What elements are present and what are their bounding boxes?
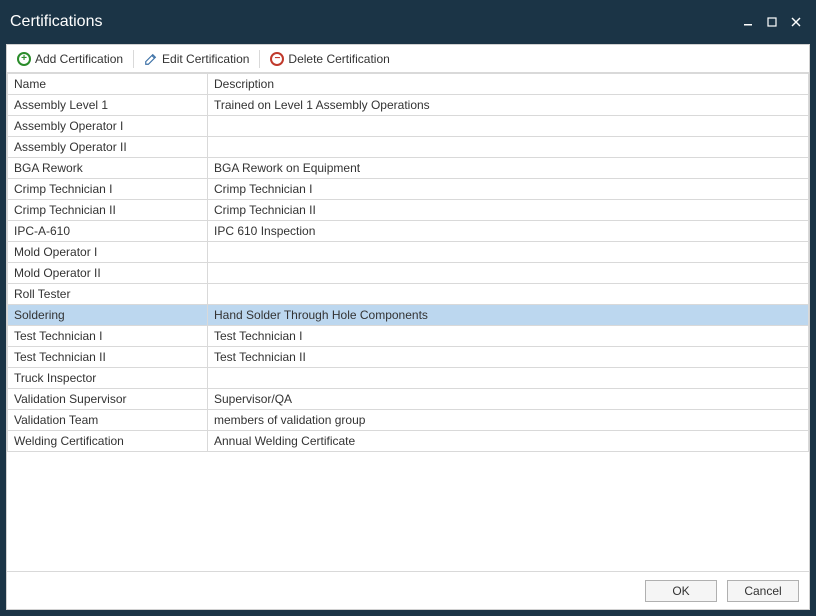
cell-description: [208, 242, 809, 263]
content-area: + Add Certification Edit Certification −…: [6, 44, 810, 610]
cell-description: BGA Rework on Equipment: [208, 158, 809, 179]
minimize-button[interactable]: [738, 12, 758, 32]
table-row[interactable]: Validation Teammembers of validation gro…: [8, 410, 809, 431]
table-header-row: Name Description: [8, 74, 809, 95]
table-row[interactable]: Roll Tester: [8, 284, 809, 305]
cell-name: Test Technician II: [8, 347, 208, 368]
toolbar-separator: [259, 50, 260, 68]
cell-name: Crimp Technician I: [8, 179, 208, 200]
delete-label: Delete Certification: [288, 52, 389, 66]
cell-description: Crimp Technician II: [208, 200, 809, 221]
table-row[interactable]: BGA ReworkBGA Rework on Equipment: [8, 158, 809, 179]
cell-description: IPC 610 Inspection: [208, 221, 809, 242]
cell-name: Assembly Operator I: [8, 116, 208, 137]
certifications-table: Name Description Assembly Level 1Trained…: [7, 73, 809, 452]
cell-name: Validation Team: [8, 410, 208, 431]
dialog-footer: OK Cancel: [7, 571, 809, 609]
column-header-description[interactable]: Description: [208, 74, 809, 95]
cell-description: Trained on Level 1 Assembly Operations: [208, 95, 809, 116]
cell-description: [208, 116, 809, 137]
edit-label: Edit Certification: [162, 52, 249, 66]
cell-description: Supervisor/QA: [208, 389, 809, 410]
table-row[interactable]: Crimp Technician ICrimp Technician I: [8, 179, 809, 200]
add-certification-button[interactable]: + Add Certification: [11, 50, 129, 68]
cell-name: Soldering: [8, 305, 208, 326]
table-row[interactable]: Crimp Technician IICrimp Technician II: [8, 200, 809, 221]
cell-name: Assembly Level 1: [8, 95, 208, 116]
cell-description: [208, 137, 809, 158]
window-title: Certifications: [10, 13, 734, 31]
toolbar-separator: [133, 50, 134, 68]
cell-description: members of validation group: [208, 410, 809, 431]
cell-name: Truck Inspector: [8, 368, 208, 389]
table-row[interactable]: Truck Inspector: [8, 368, 809, 389]
table-row[interactable]: Welding CertificationAnnual Welding Cert…: [8, 431, 809, 452]
cell-description: Hand Solder Through Hole Components: [208, 305, 809, 326]
maximize-button[interactable]: [762, 12, 782, 32]
delete-certification-button[interactable]: − Delete Certification: [264, 50, 395, 68]
table-row[interactable]: Validation SupervisorSupervisor/QA: [8, 389, 809, 410]
table-area: Name Description Assembly Level 1Trained…: [7, 73, 809, 571]
close-button[interactable]: [786, 12, 806, 32]
cell-name: Roll Tester: [8, 284, 208, 305]
ok-button[interactable]: OK: [645, 580, 717, 602]
cell-description: [208, 368, 809, 389]
cell-description: Test Technician II: [208, 347, 809, 368]
cell-name: BGA Rework: [8, 158, 208, 179]
cell-name: Mold Operator II: [8, 263, 208, 284]
cell-name: Mold Operator I: [8, 242, 208, 263]
toolbar: + Add Certification Edit Certification −…: [7, 45, 809, 73]
table-row[interactable]: Assembly Operator I: [8, 116, 809, 137]
table-row[interactable]: Assembly Operator II: [8, 137, 809, 158]
table-row[interactable]: IPC-A-610IPC 610 Inspection: [8, 221, 809, 242]
cell-name: Validation Supervisor: [8, 389, 208, 410]
cell-name: Welding Certification: [8, 431, 208, 452]
edit-certification-button[interactable]: Edit Certification: [138, 50, 255, 68]
table-row[interactable]: Mold Operator II: [8, 263, 809, 284]
delete-icon: −: [270, 52, 284, 66]
table-row[interactable]: Mold Operator I: [8, 242, 809, 263]
cancel-button[interactable]: Cancel: [727, 580, 799, 602]
cell-description: Annual Welding Certificate: [208, 431, 809, 452]
cell-description: Test Technician I: [208, 326, 809, 347]
cell-name: IPC-A-610: [8, 221, 208, 242]
cell-name: Crimp Technician II: [8, 200, 208, 221]
edit-icon: [144, 52, 158, 66]
table-row[interactable]: Test Technician IITest Technician II: [8, 347, 809, 368]
cell-description: [208, 284, 809, 305]
cell-name: Test Technician I: [8, 326, 208, 347]
cell-description: [208, 263, 809, 284]
add-label: Add Certification: [35, 52, 123, 66]
cell-name: Assembly Operator II: [8, 137, 208, 158]
table-row[interactable]: Assembly Level 1Trained on Level 1 Assem…: [8, 95, 809, 116]
cell-description: Crimp Technician I: [208, 179, 809, 200]
table-row[interactable]: Test Technician ITest Technician I: [8, 326, 809, 347]
titlebar: Certifications: [0, 0, 816, 44]
table-row[interactable]: SolderingHand Solder Through Hole Compon…: [8, 305, 809, 326]
add-icon: +: [17, 52, 31, 66]
column-header-name[interactable]: Name: [8, 74, 208, 95]
